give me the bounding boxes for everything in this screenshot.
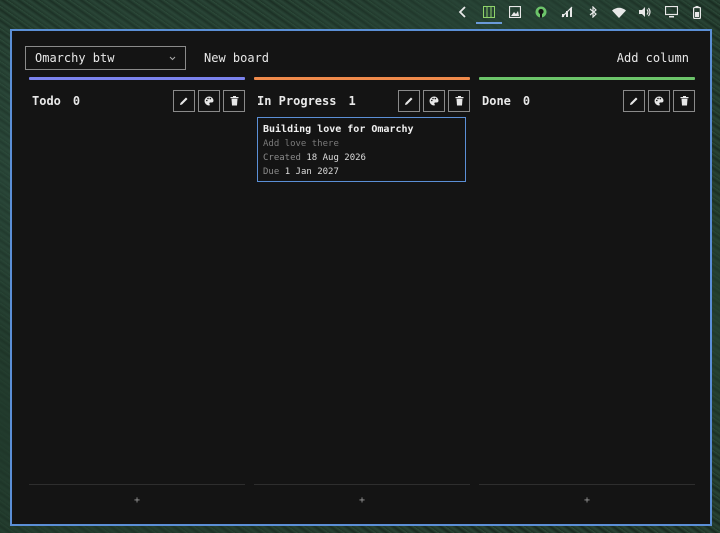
- delete-column-button[interactable]: [673, 90, 695, 112]
- board-select[interactable]: Omarchy btw: [25, 46, 186, 70]
- add-column-button[interactable]: Add column: [617, 51, 689, 65]
- pencil-icon: [405, 97, 413, 105]
- column-color-bar: [254, 77, 470, 80]
- column-color-bar: [29, 77, 245, 80]
- column-title: In Progress: [257, 94, 337, 108]
- card-due: Due 1 Jan 2027: [263, 165, 460, 179]
- column-todo: Todo 0 +: [29, 77, 245, 515]
- column-count: 1: [348, 94, 356, 108]
- delete-column-button[interactable]: [448, 90, 470, 112]
- palette-icon: [204, 96, 214, 106]
- pencil-icon: [180, 97, 188, 105]
- screenshot-icon[interactable]: [502, 0, 528, 24]
- volume-icon[interactable]: [632, 0, 658, 24]
- battery-icon[interactable]: [684, 0, 710, 24]
- system-tray: [450, 0, 720, 24]
- column-title: Todo: [32, 94, 61, 108]
- palette-icon: [654, 96, 664, 106]
- network-off-icon[interactable]: [554, 0, 580, 24]
- pencil-icon: [630, 97, 638, 105]
- board-icon[interactable]: [476, 2, 502, 24]
- column-in-progress: In Progress 1 Building love for Omarchy …: [254, 77, 470, 515]
- kanban-window: Omarchy btw New board Add column Todo 0: [10, 29, 712, 526]
- github-icon[interactable]: [528, 0, 554, 24]
- palette-icon: [429, 96, 439, 106]
- column-color-bar: [479, 77, 695, 80]
- board-header: Omarchy btw New board Add column: [25, 45, 697, 71]
- created-date: 18 Aug 2026: [306, 153, 366, 163]
- edit-column-button[interactable]: [398, 90, 420, 112]
- task-card[interactable]: Building love for Omarchy Add love there…: [257, 117, 466, 182]
- bluetooth-icon[interactable]: [580, 0, 606, 24]
- wifi-icon[interactable]: [606, 0, 632, 24]
- chevron-left-icon[interactable]: [450, 0, 476, 24]
- edit-column-button[interactable]: [623, 90, 645, 112]
- column-header: Done 0: [479, 88, 695, 114]
- trash-icon: [230, 96, 238, 106]
- chevron-down-icon: [169, 54, 176, 63]
- column-header: In Progress 1: [254, 88, 470, 114]
- created-label: Created: [263, 153, 301, 163]
- edit-column-button[interactable]: [173, 90, 195, 112]
- add-card-button[interactable]: +: [254, 484, 470, 515]
- delete-column-button[interactable]: [223, 90, 245, 112]
- card-description: Add love there: [263, 139, 339, 149]
- card-created: Created 18 Aug 2026: [263, 151, 460, 165]
- column-title: Done: [482, 94, 511, 108]
- new-board-button[interactable]: New board: [204, 51, 269, 65]
- due-label: Due: [263, 167, 280, 177]
- column-count: 0: [72, 94, 81, 108]
- due-date: 1 Jan 2027: [284, 167, 339, 177]
- card-title: Building love for Omarchy: [263, 124, 414, 135]
- column-count: 0: [522, 94, 531, 108]
- display-icon[interactable]: [658, 0, 684, 24]
- add-card-button[interactable]: +: [29, 484, 245, 515]
- color-column-button[interactable]: [198, 90, 220, 112]
- color-column-button[interactable]: [648, 90, 670, 112]
- trash-icon: [455, 96, 463, 106]
- board-select-value: Omarchy btw: [35, 51, 115, 65]
- color-column-button[interactable]: [423, 90, 445, 112]
- add-card-button[interactable]: +: [479, 484, 695, 515]
- column-header: Todo 0: [29, 88, 245, 114]
- column-done: Done 0 +: [479, 77, 695, 515]
- trash-icon: [680, 96, 688, 106]
